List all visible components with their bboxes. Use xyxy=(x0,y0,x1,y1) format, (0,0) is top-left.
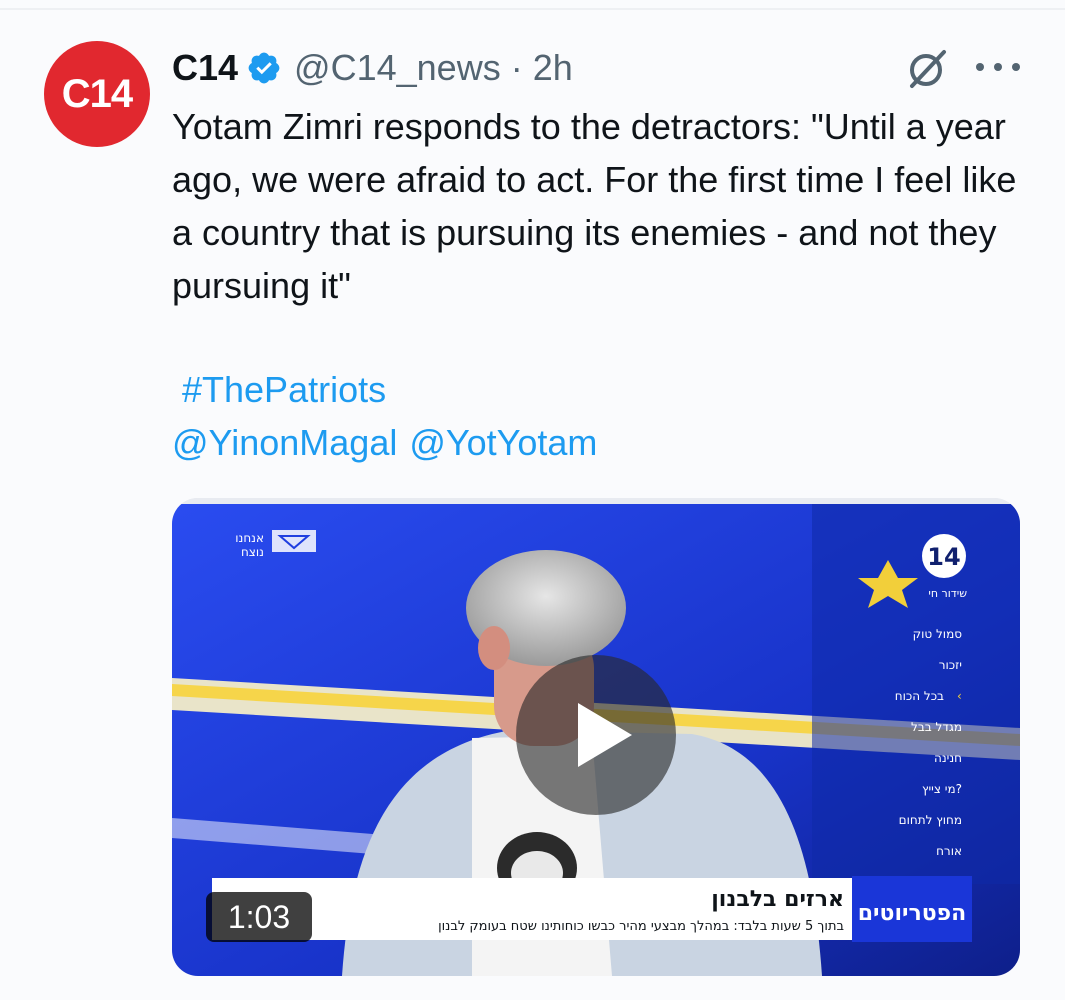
hashtag-link[interactable]: #ThePatriots xyxy=(182,363,386,416)
svg-text:‹: ‹ xyxy=(957,689,962,703)
timestamp[interactable]: 2h xyxy=(533,47,573,89)
grok-icon[interactable] xyxy=(904,46,948,90)
menu-item: מחוץ לתחום xyxy=(899,813,962,827)
mention-link[interactable]: @YotYotam xyxy=(409,422,597,463)
menu-item: אורח xyxy=(936,844,962,858)
more-dots-icon[interactable] xyxy=(976,50,1020,84)
menu-item: חנינה xyxy=(934,751,962,765)
display-name[interactable]: C14 xyxy=(172,47,238,89)
top-divider xyxy=(0,8,1065,10)
channel-number: 14 xyxy=(927,543,960,571)
headline: ארזים בלבנון xyxy=(711,887,844,912)
mentions: @YinonMagal @YotYotam xyxy=(172,416,597,469)
show-logo: הפטריוטים xyxy=(858,901,967,926)
menu-item: מי צייץ? xyxy=(922,782,962,796)
video-duration: 1:03 xyxy=(206,892,312,942)
subline: בתוך 5 שעות בלבד: במהלך מבצעי מהיר כבשו … xyxy=(438,919,844,934)
channel-live-label: שידור חי xyxy=(928,587,967,600)
tweet-text: Yotam Zimri responds to the detractors: … xyxy=(172,106,1017,306)
menu-item: מגדל בבל xyxy=(911,720,962,734)
corner-logo-line1: אנחנו xyxy=(235,531,264,545)
mention-link[interactable]: @YinonMagal xyxy=(172,422,397,463)
separator-dot: · xyxy=(510,47,523,88)
menu-item: יזכור xyxy=(939,658,962,672)
user-handle[interactable]: @C14_news xyxy=(294,47,501,89)
verified-badge-icon xyxy=(248,52,280,84)
avatar-logo-text: C14 xyxy=(61,71,133,116)
play-icon[interactable] xyxy=(516,655,676,815)
menu-item: בכל הכוח xyxy=(895,689,944,703)
corner-logo-line2: נוצח xyxy=(241,545,264,559)
menu-item: סמול טוק xyxy=(913,627,963,641)
tweet-header: C14 @C14_news · 2h xyxy=(172,45,573,91)
avatar[interactable]: C14 xyxy=(44,41,150,147)
